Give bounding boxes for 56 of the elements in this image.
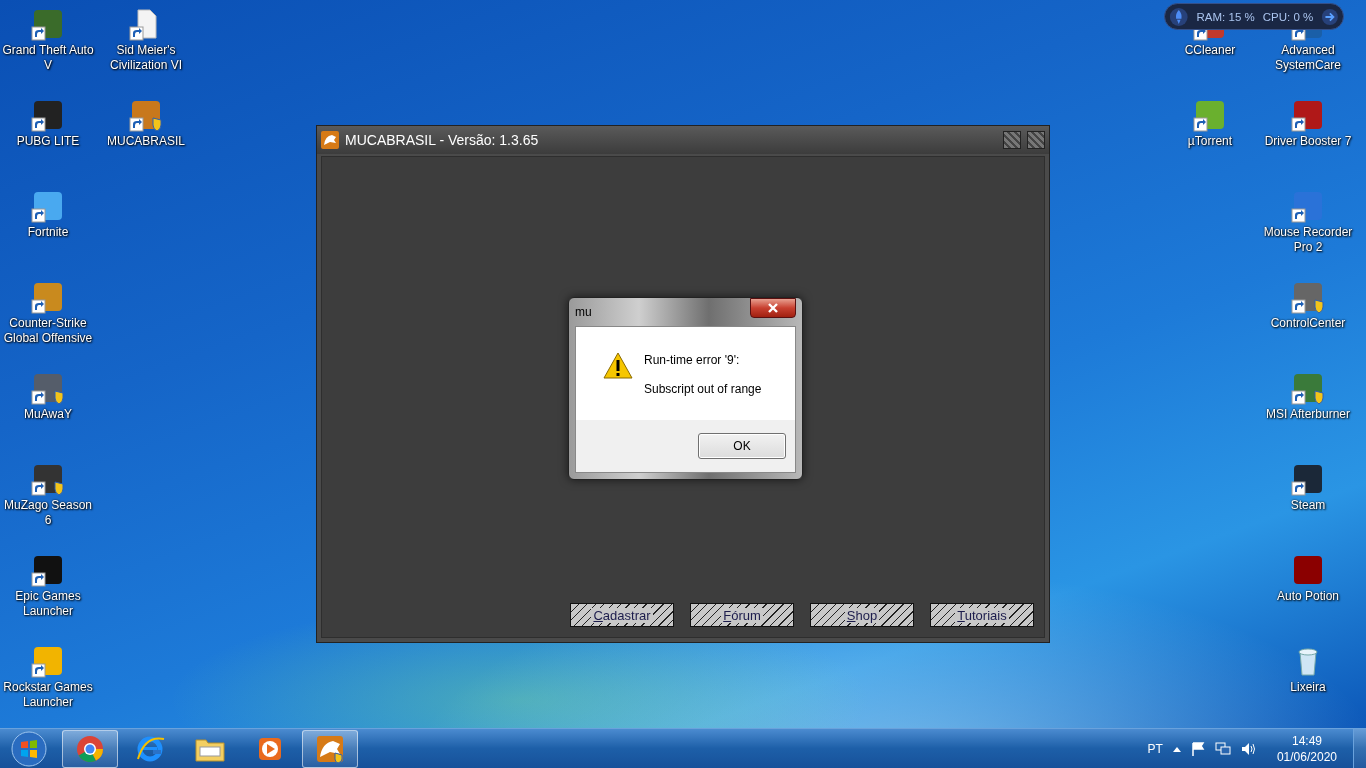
shortcut-label[interactable]: Epic Games Launcher (0, 589, 96, 619)
windows-orb-icon (10, 729, 48, 768)
shortcut-label[interactable]: MUCABRASIL (107, 134, 185, 149)
menu-button[interactable]: Fórum (690, 603, 794, 627)
shortcut-label[interactable]: ControlCenter (1270, 316, 1346, 331)
shortcut-label[interactable]: Mouse Recorder Pro 2 (1260, 225, 1356, 255)
shortcut-label[interactable]: Sid Meier's Civilization VI (98, 43, 194, 73)
wolf-logo-icon (316, 734, 344, 763)
speaker-icon[interactable] (1240, 741, 1257, 756)
shortcut-label[interactable]: Counter-Strike Global Offensive (0, 316, 96, 346)
network-icon[interactable] (1214, 741, 1231, 756)
shortcut-label[interactable]: Rockstar Games Launcher (0, 680, 96, 710)
shortcut-label[interactable]: MuZago Season 6 (0, 498, 96, 528)
shortcut-label[interactable]: Steam (1290, 498, 1326, 513)
error-message: Subscript out of range (644, 382, 762, 396)
chrome-icon (76, 734, 104, 763)
close-icon (767, 303, 779, 313)
wolf-logo-icon (321, 131, 339, 149)
browser-e-icon (135, 734, 165, 763)
date-text: 01/06/2020 (1276, 748, 1337, 765)
show-desktop-button[interactable] (1353, 728, 1366, 768)
time-text: 14:49 (1291, 732, 1322, 749)
flag-icon[interactable] (1190, 741, 1205, 756)
dialog-title: mu (575, 305, 592, 319)
menu-button[interactable]: Cadastrar (570, 603, 674, 627)
minimize-button[interactable] (1003, 131, 1021, 149)
menu-button[interactable]: Tutoriais (930, 603, 1034, 627)
language-indicator[interactable]: PT (1147, 741, 1163, 756)
shortcut-label[interactable]: MSI Afterburner (1265, 407, 1350, 422)
cpu-usage: CPU: 0 % (1262, 10, 1314, 23)
recycle-bin-icon (1298, 648, 1318, 676)
shortcut-label[interactable]: Auto Potion (1276, 589, 1339, 604)
media-player-icon (257, 735, 283, 762)
shortcut-label[interactable]: Lixeira (1290, 680, 1326, 695)
shortcut-label[interactable]: Grand Theft Auto V (0, 43, 96, 73)
error-message: Run-time error '9': (644, 353, 741, 367)
rocket-icon (1169, 5, 1189, 28)
app-icon (1294, 556, 1322, 584)
clock[interactable]: 14:49 01/06/2020 (1276, 732, 1337, 765)
shortcut-label[interactable]: MuAwaY (24, 407, 72, 422)
taskbar-button[interactable] (302, 729, 358, 768)
ram-usage: RAM: 15 % (1196, 10, 1255, 23)
window-title: MUCABRASIL - Versão: 1.3.65 (345, 132, 540, 148)
warning-icon (602, 351, 634, 381)
shortcut-label[interactable]: CCleaner (1184, 43, 1236, 58)
shortcut-label[interactable]: Fortnite (27, 225, 69, 240)
shortcut-label[interactable]: Advanced SystemCare (1260, 43, 1356, 73)
caret-up-icon[interactable] (1172, 745, 1181, 752)
close-button[interactable] (750, 298, 796, 318)
taskbar-button[interactable] (62, 729, 118, 768)
menu-button[interactable]: Shop (810, 603, 914, 627)
shortcut-label[interactable]: PUBG LITE (16, 134, 80, 149)
shortcut-label[interactable]: Driver Booster 7 (1264, 134, 1352, 149)
shortcut-label[interactable]: µTorrent (1187, 134, 1233, 149)
arrow-right-icon[interactable] (1321, 6, 1339, 27)
ok-button[interactable]: OK (698, 433, 786, 459)
